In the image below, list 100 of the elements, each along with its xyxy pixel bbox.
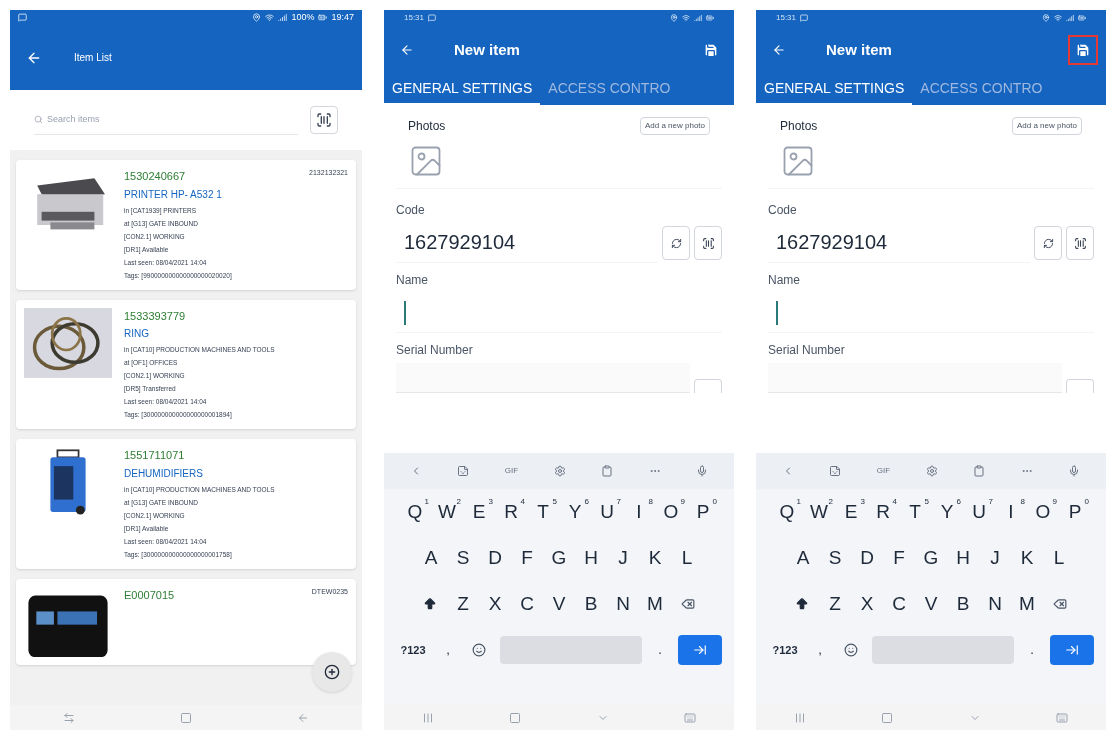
keyboard-key[interactable]: A <box>787 538 819 578</box>
keyboard-key[interactable]: I 8 <box>623 492 655 532</box>
next-key[interactable] <box>678 635 722 665</box>
tab[interactable]: GENERAL SETTINGS <box>756 78 913 105</box>
period-key[interactable]: . <box>650 640 670 660</box>
keyboard-key[interactable]: L <box>1043 538 1075 578</box>
back-icon[interactable] <box>400 43 414 57</box>
microphone-icon[interactable] <box>696 465 709 477</box>
gif-button[interactable]: GIF <box>504 465 519 477</box>
regenerate-button[interactable] <box>1034 226 1062 260</box>
recent-apps-icon[interactable] <box>793 711 806 724</box>
keyboard-key[interactable]: G <box>915 538 947 578</box>
backspace-icon[interactable] <box>681 597 695 611</box>
keyboard-key[interactable]: M <box>639 584 671 624</box>
field-label: Code <box>768 202 798 219</box>
screen-title: New item <box>454 39 521 60</box>
code-field[interactable]: 1627929104 <box>396 223 658 263</box>
clipboard-icon[interactable] <box>601 465 614 477</box>
keyboard-key[interactable]: S <box>819 538 851 578</box>
regenerate-button[interactable] <box>662 226 690 260</box>
emoji-icon[interactable] <box>472 643 486 657</box>
keyboard-key[interactable]: Z <box>819 584 851 624</box>
add-photo-button[interactable]: Add a new photo <box>639 117 710 135</box>
keyboard-key[interactable]: K <box>639 538 671 578</box>
barcode-scan-button[interactable] <box>310 106 338 134</box>
keyboard-key[interactable]: B <box>575 584 607 624</box>
keyboard-key[interactable]: B <box>947 584 979 624</box>
tab[interactable]: GENERAL SETTINGS <box>384 78 541 105</box>
keyboard-key[interactable]: K <box>1011 538 1043 578</box>
keyboard-key[interactable]: X <box>851 584 883 624</box>
keyboard-key[interactable]: H <box>575 538 607 578</box>
keyboard-key[interactable]: L <box>671 538 703 578</box>
next-key[interactable] <box>1050 635 1094 665</box>
period-key[interactable]: . <box>1022 640 1042 660</box>
sticker-icon[interactable] <box>829 465 842 477</box>
backspace-icon[interactable] <box>1053 597 1067 611</box>
keyboard-key[interactable]: X <box>479 584 511 624</box>
keyboard-key[interactable]: V <box>915 584 947 624</box>
shift-icon[interactable] <box>423 597 437 611</box>
serial-number-field[interactable] <box>768 363 1062 393</box>
keyboard-icon[interactable] <box>1056 711 1069 724</box>
keyboard-key[interactable]: M <box>1011 584 1043 624</box>
field-label: Name <box>768 272 801 289</box>
add-item-button[interactable] <box>312 652 352 692</box>
sticker-icon[interactable] <box>457 465 470 477</box>
keyboard-key[interactable]: A <box>415 538 447 578</box>
keyboard-key[interactable]: F <box>883 538 915 578</box>
signal-icon <box>1066 13 1074 22</box>
location-icon <box>670 13 678 22</box>
comma-key[interactable]: , <box>438 640 458 660</box>
keyboard-key[interactable]: D <box>479 538 511 578</box>
clipboard-icon[interactable] <box>973 465 986 477</box>
clock: 15:31 <box>776 11 797 24</box>
home-icon[interactable] <box>509 711 522 724</box>
keyboard-key[interactable]: C <box>511 584 543 624</box>
comma-key[interactable]: , <box>810 640 830 660</box>
emoji-icon[interactable] <box>844 643 858 657</box>
keyboard-key[interactable]: S <box>447 538 479 578</box>
item-code: E0007015 <box>124 587 175 603</box>
keyboard-key[interactable]: Z <box>447 584 479 624</box>
battery-icon <box>706 13 714 22</box>
barcode-scan-button[interactable] <box>694 226 722 260</box>
recent-apps-icon[interactable] <box>421 711 434 724</box>
keyboard-key[interactable]: N <box>979 584 1011 624</box>
symbols-key[interactable]: ?123 <box>396 641 430 659</box>
back-icon[interactable] <box>772 43 786 57</box>
section-label: Photos <box>408 118 446 135</box>
keyboard-key[interactable]: H <box>947 538 979 578</box>
keyboard-key[interactable]: C <box>883 584 915 624</box>
keyboard-key[interactable]: J <box>979 538 1011 578</box>
settings-icon[interactable] <box>925 465 938 477</box>
save-icon <box>1075 42 1091 58</box>
keyboard-key[interactable]: V <box>543 584 575 624</box>
keyboard-key[interactable]: D <box>851 538 883 578</box>
item-name: PRINTER HP- A532 1 <box>124 187 223 202</box>
shift-icon[interactable] <box>795 597 809 611</box>
home-icon[interactable] <box>180 711 192 724</box>
keyboard-key[interactable]: N <box>607 584 639 624</box>
serial-number-field[interactable] <box>396 363 690 393</box>
code-field[interactable]: 1627929104 <box>768 223 1030 263</box>
save-icon <box>703 42 719 58</box>
item-code: 1533393779 <box>124 308 186 324</box>
keyboard-key[interactable]: I 8 <box>995 492 1027 532</box>
save-button[interactable] <box>1068 35 1098 65</box>
settings-icon[interactable] <box>553 465 566 477</box>
microphone-icon[interactable] <box>1068 465 1081 477</box>
keyboard-key[interactable]: F <box>511 538 543 578</box>
keyboard-key[interactable]: J <box>607 538 639 578</box>
home-icon[interactable] <box>881 711 894 724</box>
recent-apps-icon[interactable] <box>62 711 75 724</box>
search-field[interactable]: Search items <box>47 112 298 127</box>
gif-button[interactable]: GIF <box>876 465 891 477</box>
keyboard-icon[interactable] <box>684 711 697 724</box>
notification-icon <box>18 13 27 22</box>
location-icon <box>1042 13 1050 22</box>
keyboard-key[interactable]: G <box>543 538 575 578</box>
add-photo-button[interactable]: Add a new photo <box>1011 117 1082 135</box>
barcode-scan-button[interactable] <box>1066 226 1094 260</box>
symbols-key[interactable]: ?123 <box>768 641 802 659</box>
barcode-scan-icon <box>701 236 715 250</box>
